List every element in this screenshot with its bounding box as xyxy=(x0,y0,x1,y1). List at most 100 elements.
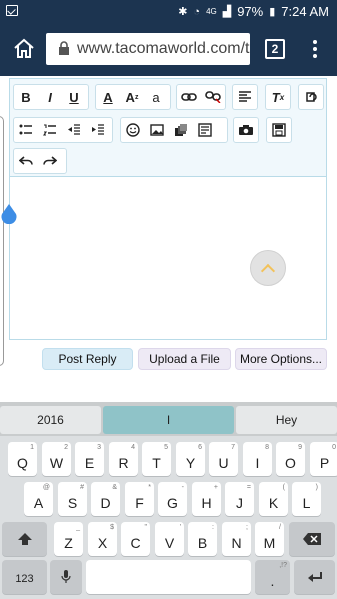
align-icon[interactable] xyxy=(233,85,257,109)
address-bar[interactable]: www.tacomaworld.com/t xyxy=(46,33,250,65)
key-hint: 3 xyxy=(97,444,101,451)
key-d[interactable]: & D xyxy=(91,482,120,516)
key-label: R xyxy=(118,455,129,471)
outdent-icon[interactable] xyxy=(62,118,86,142)
period-key[interactable]: . ,!? xyxy=(255,560,290,594)
bluetooth-icon: ✱ xyxy=(178,6,188,18)
tab-switcher-button[interactable]: 2 xyxy=(265,39,285,59)
key-f[interactable]: * F xyxy=(125,482,154,516)
key-u[interactable]: 7U xyxy=(209,442,238,476)
upload-file-button[interactable]: Upload a File xyxy=(138,348,231,370)
key-label: S xyxy=(67,495,78,511)
voice-input-key[interactable] xyxy=(50,560,82,594)
key-hint: + xyxy=(213,484,218,491)
key-n[interactable]: ; N xyxy=(222,522,251,556)
page-content: B I U A Az a T x Post Reply Upload a Fil… xyxy=(0,76,337,402)
unlink-icon[interactable] xyxy=(201,85,225,109)
key-y[interactable]: 6Y xyxy=(176,442,205,476)
key-label: M xyxy=(263,535,276,551)
key-label: I xyxy=(255,455,260,471)
key-p[interactable]: 0P xyxy=(310,442,337,476)
overflow-menu-icon[interactable] xyxy=(309,38,321,62)
suggestion-right[interactable]: Hey xyxy=(236,406,337,434)
key-label: H xyxy=(201,495,212,511)
bullet-list-icon[interactable] xyxy=(14,118,38,142)
bold-button[interactable]: B xyxy=(14,85,38,109)
key-v[interactable]: ' V xyxy=(155,522,184,556)
list-group xyxy=(13,117,113,143)
template-icon[interactable] xyxy=(193,118,217,142)
camera-icon[interactable] xyxy=(234,118,258,142)
key-x[interactable]: $ X xyxy=(88,522,117,556)
key-label: K xyxy=(268,495,279,511)
key-o[interactable]: 9O xyxy=(276,442,305,476)
media-icon[interactable] xyxy=(169,118,193,142)
link-group xyxy=(176,84,226,110)
key-r[interactable]: 4R xyxy=(109,442,138,476)
enter-key[interactable] xyxy=(294,560,335,594)
undo-icon[interactable] xyxy=(14,149,38,173)
key-i[interactable]: 8I xyxy=(243,442,272,476)
insert-group xyxy=(120,117,228,143)
image-icon[interactable] xyxy=(145,118,169,142)
backspace-icon xyxy=(289,522,335,556)
key-b[interactable]: :B xyxy=(188,522,217,556)
link-icon[interactable] xyxy=(177,85,201,109)
font-size-button[interactable]: Az xyxy=(120,85,144,109)
font-family-button[interactable]: a xyxy=(144,85,168,109)
space-key[interactable] xyxy=(86,560,251,594)
key-hint: ( xyxy=(282,484,285,491)
font-color-button[interactable]: A xyxy=(96,85,120,109)
key-w[interactable]: 2W xyxy=(42,442,71,476)
suggestion-bar: 2016 I Hey xyxy=(0,402,337,436)
suggestion-left[interactable]: 2016 xyxy=(0,406,101,434)
key-q[interactable]: 1Q xyxy=(8,442,37,476)
key-label: U xyxy=(218,455,229,471)
indent-icon[interactable] xyxy=(86,118,110,142)
browser-toolbar: www.tacomaworld.com/t 2 xyxy=(0,24,337,76)
key-h[interactable]: + H xyxy=(192,482,221,516)
post-reply-button[interactable]: Post Reply xyxy=(42,348,133,370)
symbols-key[interactable]: 123 xyxy=(2,560,47,594)
key-c[interactable]: " C xyxy=(121,522,150,556)
key-s[interactable]: # S xyxy=(58,482,87,516)
remove-format-button[interactable]: Tx xyxy=(266,85,290,109)
key-label: L xyxy=(302,495,311,511)
key-a[interactable]: @ A xyxy=(24,482,53,516)
font-color-label: A xyxy=(103,89,113,105)
shift-key[interactable] xyxy=(2,522,47,556)
scroll-to-top-button[interactable] xyxy=(250,250,286,286)
suggestion-center[interactable]: I xyxy=(103,406,234,434)
key-hint: ; xyxy=(246,524,248,531)
numbered-list-icon[interactable] xyxy=(38,118,62,142)
restore-draft-icon[interactable] xyxy=(299,85,323,109)
text-style-group: B I U xyxy=(13,84,89,110)
key-z[interactable]: _ Z xyxy=(54,522,83,556)
key-g[interactable]: -G xyxy=(158,482,187,516)
key-label: F xyxy=(135,495,144,511)
key-t[interactable]: 5T xyxy=(142,442,171,476)
italic-button[interactable]: I xyxy=(38,85,62,109)
microphone-icon xyxy=(50,560,82,594)
key-j[interactable]: = J xyxy=(225,482,254,516)
smiley-icon[interactable] xyxy=(121,118,145,142)
key-hint: & xyxy=(112,484,117,491)
save-draft-icon[interactable] xyxy=(267,118,291,142)
signal-icon: ▟ xyxy=(222,6,232,18)
backspace-key[interactable] xyxy=(289,522,335,556)
text-cursor-handle[interactable] xyxy=(0,204,18,225)
key-hint: = xyxy=(246,484,251,491)
underline-button[interactable]: U xyxy=(62,85,86,109)
redo-icon[interactable] xyxy=(38,149,62,173)
key-label: T xyxy=(152,455,161,471)
home-icon[interactable] xyxy=(12,37,36,61)
key-l[interactable]: ) L xyxy=(292,482,321,516)
key-hint: * xyxy=(148,484,151,491)
key-hint: 9 xyxy=(298,444,302,451)
key-hint: 6 xyxy=(198,444,202,451)
key-label: D xyxy=(100,495,111,511)
more-options-button[interactable]: More Options... xyxy=(235,348,327,370)
key-e[interactable]: 3E xyxy=(75,442,104,476)
key-m[interactable]: / M xyxy=(255,522,284,556)
key-k[interactable]: (K xyxy=(259,482,288,516)
